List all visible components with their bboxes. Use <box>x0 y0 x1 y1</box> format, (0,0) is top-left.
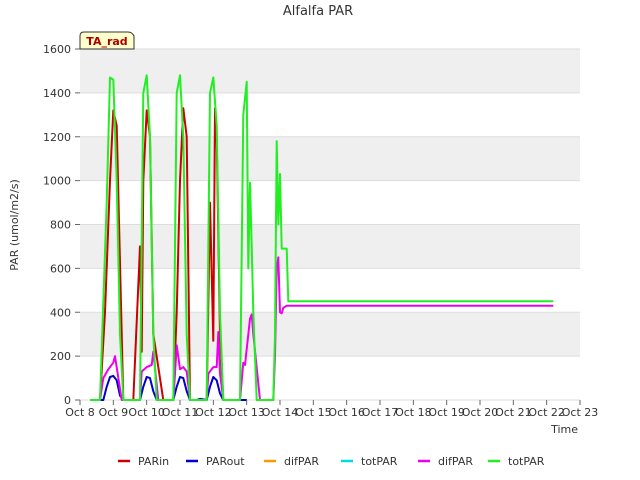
x-tick-label: Oct 22 <box>528 406 565 419</box>
y-tick-label: 1600 <box>43 43 71 56</box>
x-tick-label: Oct 8 <box>65 406 95 419</box>
legend-label: totPAR <box>361 455 398 468</box>
y-axis-ticks: 02004006008001000120014001600 <box>43 43 80 407</box>
badge-label: TA_rad <box>86 35 127 48</box>
legend-label: totPAR <box>508 455 545 468</box>
y-tick-label: 1400 <box>43 87 71 100</box>
ta-rad-badge: TA_rad <box>79 31 135 50</box>
x-tick-label: Oct 21 <box>495 406 532 419</box>
x-tick-label: Oct 18 <box>395 406 432 419</box>
x-tick-label: Oct 16 <box>328 406 365 419</box>
y-tick-label: 600 <box>50 262 71 275</box>
legend-label: difPAR <box>438 455 473 468</box>
chart: Alfalfa PAR 0200400600800100012001400160… <box>8 4 598 468</box>
x-axis-label: Time <box>550 423 578 436</box>
legend-label: difPAR <box>284 455 319 468</box>
x-tick-label: Oct 19 <box>428 406 465 419</box>
x-tick-label: Oct 20 <box>462 406 499 419</box>
x-tick-label: Oct 23 <box>562 406 599 419</box>
legend-label: PARout <box>206 455 245 468</box>
y-tick-label: 1000 <box>43 175 71 188</box>
x-tick-label: Oct 10 <box>128 406 165 419</box>
x-tick-label: Oct 15 <box>295 406 332 419</box>
x-tick-label: Oct 13 <box>228 406 265 419</box>
plot-band <box>80 224 580 269</box>
x-tick-label: Oct 11 <box>162 406 199 419</box>
x-tick-label: Oct 17 <box>362 406 399 419</box>
y-tick-label: 200 <box>50 350 71 363</box>
legend: PARin PARout difPAR totPAR difPAR totPAR <box>118 455 545 468</box>
x-tick-label: Oct 14 <box>262 406 299 419</box>
y-tick-label: 400 <box>50 306 71 319</box>
y-tick-label: 800 <box>50 219 71 232</box>
x-axis-ticks: Oct 8 Oct 9 Oct 10Oct 11Oct 12Oct 13Oct 14… <box>65 400 598 419</box>
chart-title: Alfalfa PAR <box>283 4 353 19</box>
plot-band <box>80 136 580 181</box>
y-tick-label: 1200 <box>43 131 71 144</box>
x-tick-label: Oct 12 <box>195 406 232 419</box>
legend-label: PARin <box>138 455 169 468</box>
plot-band <box>80 49 580 93</box>
x-tick-label: Oct 9 <box>99 406 129 419</box>
y-axis-label: PAR (umol/m2/s) <box>8 179 21 271</box>
